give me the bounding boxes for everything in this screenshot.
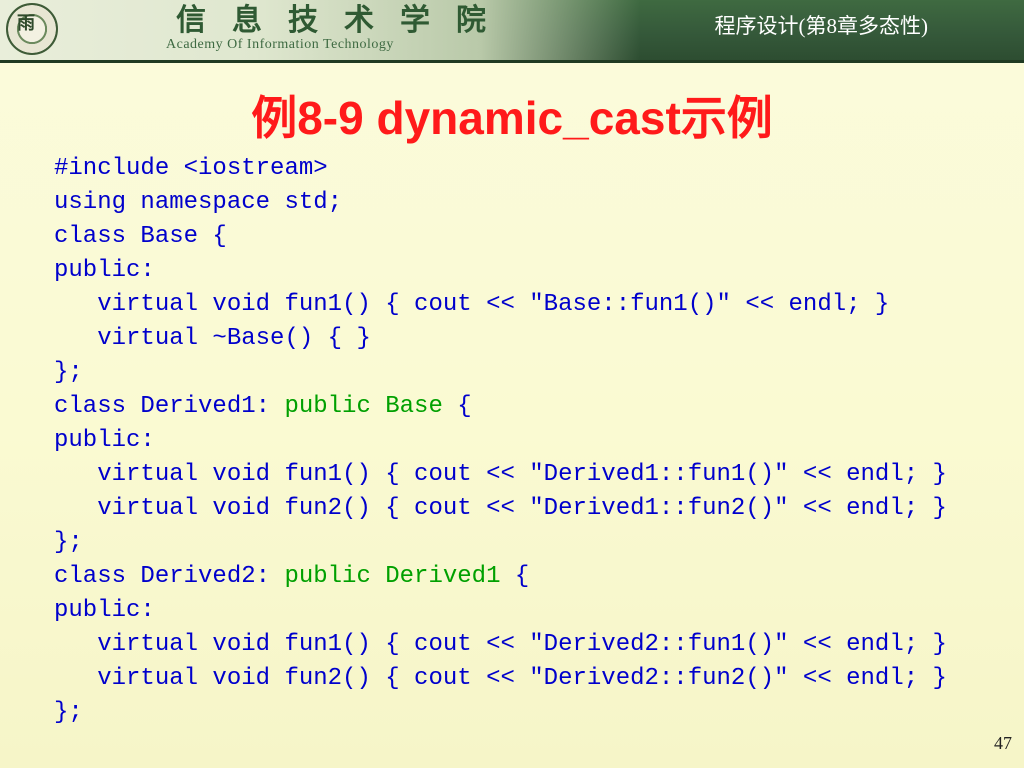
code-text: class Derived1:: [54, 393, 285, 420]
logo-emblem: 雨: [17, 13, 35, 34]
page-number: 47: [994, 733, 1012, 753]
code-line: #include <iostream>: [54, 155, 328, 182]
slide-title: 例8-9 dynamic_cast示例: [251, 92, 773, 144]
code-line: public:: [54, 427, 155, 454]
code-line: virtual void fun2() { cout << "Derived1:…: [54, 495, 947, 522]
code-line: virtual void fun1() { cout << "Derived1:…: [54, 461, 947, 488]
code-line: };: [54, 529, 83, 556]
code-listing: #include <iostream> using namespace std; c…: [54, 152, 947, 730]
code-line: class Derived2: public Derived1 {: [54, 560, 947, 594]
code-line: class Derived1: public Base {: [54, 390, 947, 424]
academy-name-english: Academy Of Information Technology: [166, 37, 394, 52]
header-banner: 雨 信息技术学院 Academy Of Information Technolo…: [0, 0, 1024, 60]
code-line: virtual void fun1() { cout << "Derived2:…: [54, 631, 947, 658]
code-text: {: [442, 393, 472, 420]
code-text: {: [500, 563, 530, 590]
code-line: };: [54, 359, 83, 386]
banner-divider: [0, 60, 1024, 63]
code-text: class Derived2:: [54, 563, 285, 590]
course-title: 程序设计(第8章多态性): [714, 14, 929, 38]
code-highlight: public Base: [284, 393, 443, 420]
code-highlight: public Derived1: [284, 563, 501, 590]
academy-name-chinese: 信息技术学院: [176, 3, 512, 38]
code-line: virtual ~Base() { }: [54, 325, 371, 352]
code-line: public:: [54, 597, 155, 624]
code-line: public:: [54, 257, 155, 284]
code-line: virtual void fun1() { cout << "Base::fun…: [54, 291, 890, 318]
code-line: using namespace std;: [54, 189, 343, 216]
code-line: virtual void fun2() { cout << "Derived2:…: [54, 665, 947, 692]
code-line: };: [54, 699, 83, 726]
code-line: class Base {: [54, 223, 227, 250]
